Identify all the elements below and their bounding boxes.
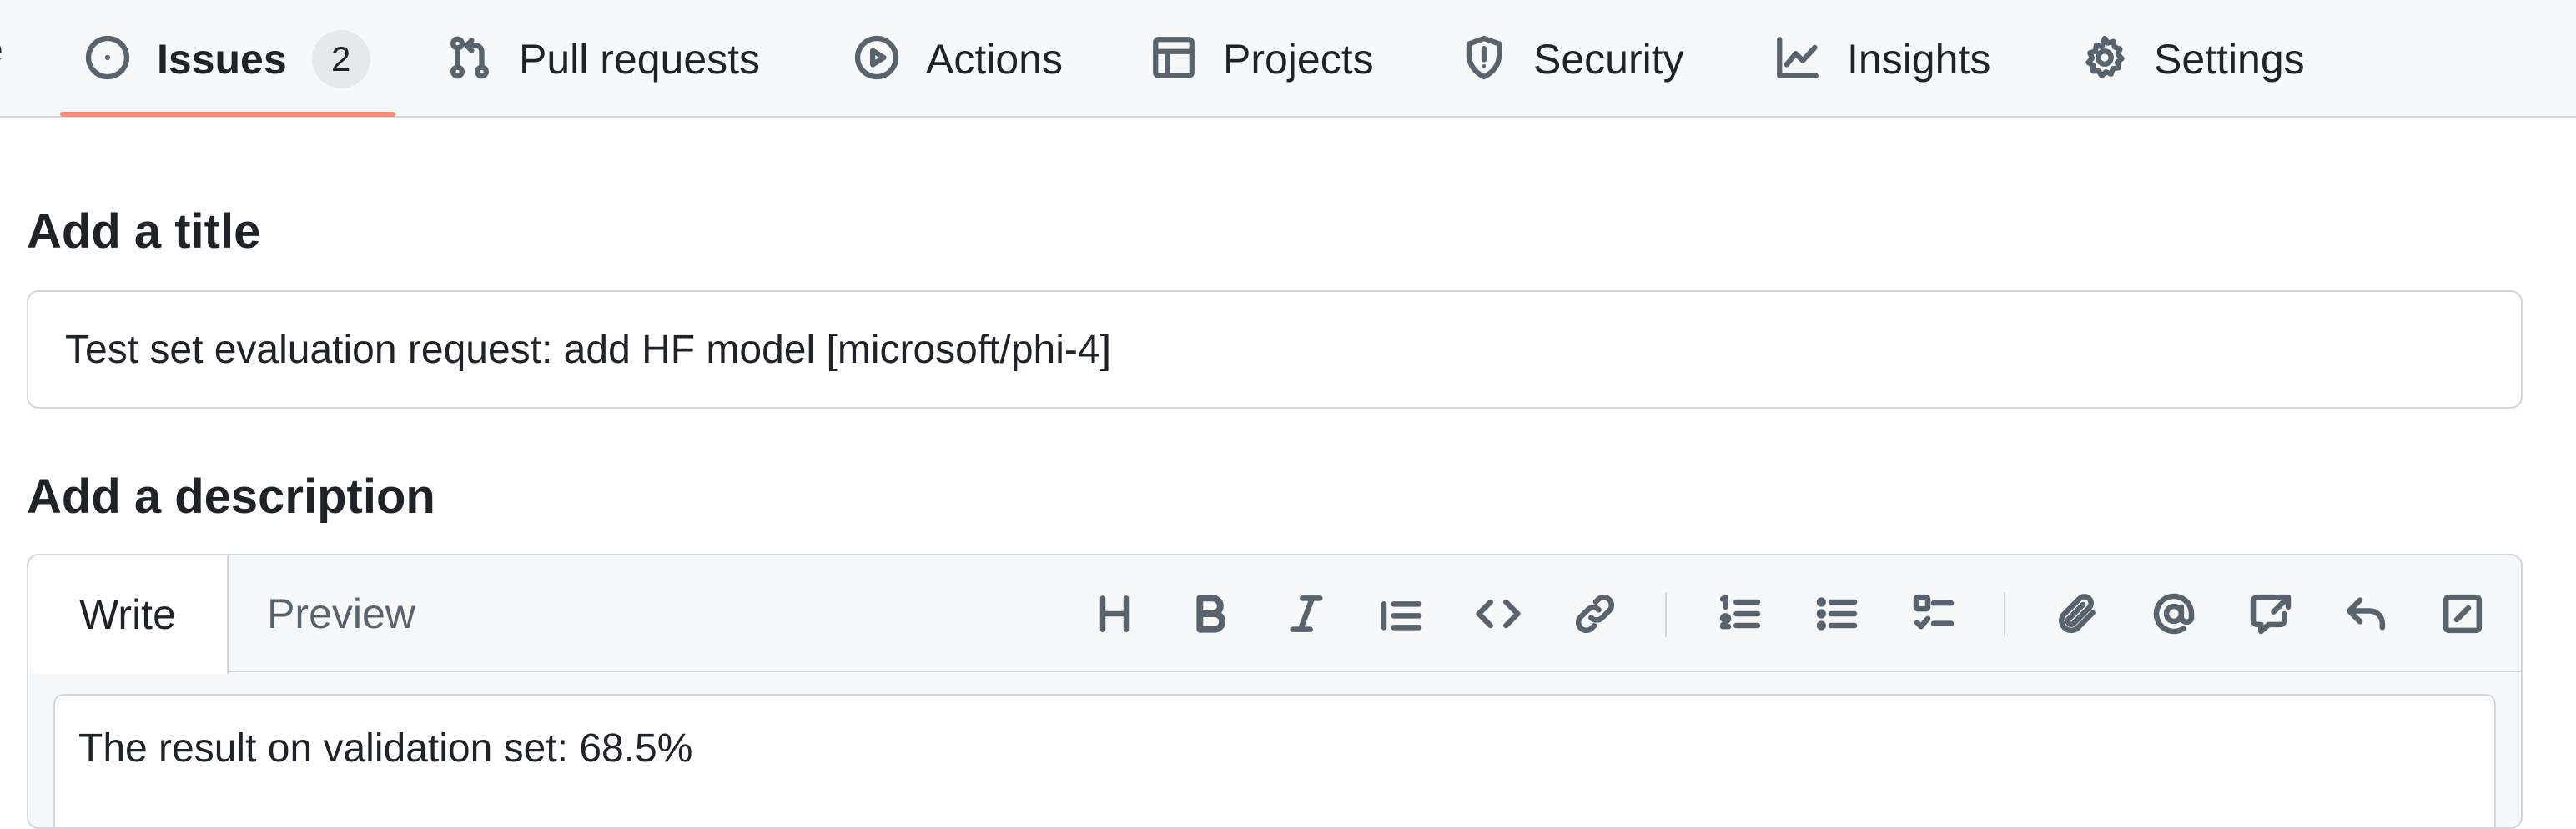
repo-navigation: e Issues 2 Pull requests Actions Project… <box>0 0 2576 118</box>
tab-actions[interactable]: Actions <box>853 0 1063 118</box>
issue-opened-icon <box>83 33 132 86</box>
description-editor: Write Preview The result on validation s… <box>27 554 2523 829</box>
title-heading: Add a title <box>27 204 261 259</box>
tab-issues[interactable]: Issues 2 <box>83 0 370 118</box>
bold-icon[interactable] <box>1180 584 1240 644</box>
editor-tab-divider <box>229 671 2521 672</box>
ordered-list-icon[interactable] <box>1710 584 1770 644</box>
tab-pull-requests[interactable]: Pull requests <box>445 0 760 118</box>
tab-settings-label: Settings <box>2154 36 2305 83</box>
table-icon <box>1150 33 1198 86</box>
tab-security[interactable]: Security <box>1460 0 1684 118</box>
tab-actions-label: Actions <box>926 36 1063 83</box>
tab-preview[interactable]: Preview <box>229 555 454 672</box>
description-heading: Add a description <box>27 470 435 524</box>
shield-icon <box>1460 33 1508 86</box>
toolbar-divider <box>1665 592 1667 637</box>
git-pull-request-icon <box>445 33 494 86</box>
tab-write[interactable]: Write <box>28 555 229 674</box>
selected-tab-underline <box>60 112 395 117</box>
nav-item-clipped-label[interactable]: e <box>0 25 3 73</box>
italic-icon[interactable] <box>1276 584 1336 644</box>
graph-icon <box>1774 33 1822 86</box>
tab-pull-requests-label: Pull requests <box>519 36 761 83</box>
play-icon <box>853 33 901 86</box>
tab-insights[interactable]: Insights <box>1774 0 1990 118</box>
quote-icon[interactable] <box>1371 584 1431 644</box>
tab-projects-label: Projects <box>1223 36 1374 83</box>
tab-settings[interactable]: Settings <box>2080 0 2305 118</box>
issue-title-input[interactable] <box>27 290 2523 409</box>
tab-projects[interactable]: Projects <box>1150 0 1374 118</box>
link-icon[interactable] <box>1565 584 1625 644</box>
toolbar-divider <box>2004 592 2005 637</box>
task-list-icon[interactable] <box>1904 584 1964 644</box>
cross-reference-icon[interactable] <box>2241 584 2301 644</box>
reply-icon[interactable] <box>2336 584 2396 644</box>
paperclip-icon[interactable] <box>2047 584 2107 644</box>
code-icon[interactable] <box>1468 584 1528 644</box>
slash-command-icon[interactable] <box>2433 584 2493 644</box>
tab-insights-label: Insights <box>1847 36 1991 83</box>
unordered-list-icon[interactable] <box>1807 584 1867 644</box>
tab-issues-label: Issues <box>157 36 287 83</box>
mention-icon[interactable] <box>2144 584 2204 644</box>
issues-count-badge: 2 <box>311 30 370 88</box>
tab-security-label: Security <box>1533 36 1684 83</box>
heading-icon[interactable] <box>1084 584 1145 644</box>
description-textarea[interactable]: The result on validation set: 68.5% <box>53 694 2496 827</box>
gear-icon <box>2080 33 2129 86</box>
